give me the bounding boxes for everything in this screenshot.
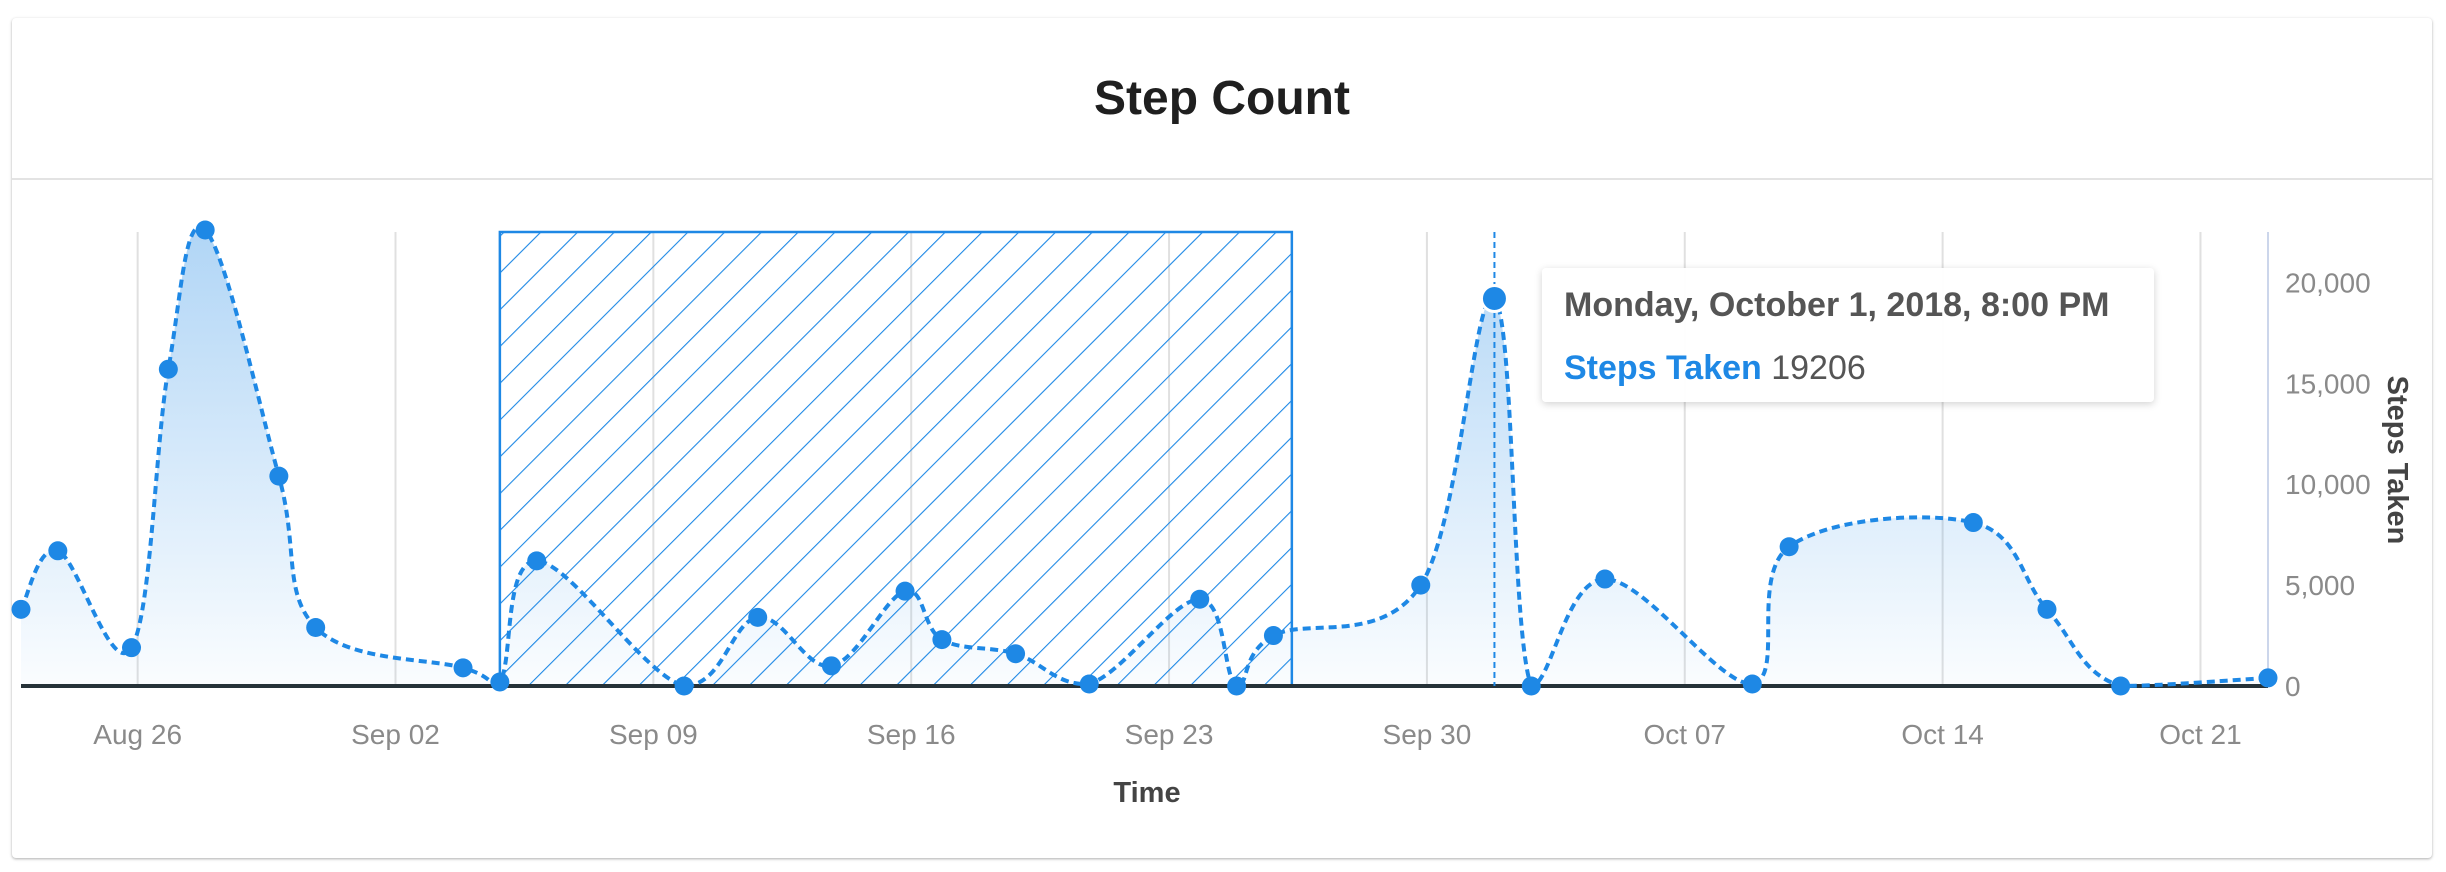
tooltip-row: Steps Taken 19206 [1564,349,2132,388]
data-point[interactable] [1521,676,1541,696]
data-point[interactable] [2258,668,2278,688]
data-point[interactable] [1190,589,1210,609]
data-point[interactable] [1006,644,1026,664]
y-tick-label: 5,000 [2285,570,2355,601]
x-tick-label: Sep 16 [867,719,956,750]
data-point[interactable] [306,617,326,637]
x-tick-label: Oct 14 [1901,719,1983,750]
y-tick-label: 10,000 [2285,469,2371,500]
x-tick-label: Sep 30 [1383,719,1472,750]
data-point[interactable] [122,638,142,658]
x-tick-label: Sep 02 [351,719,440,750]
data-point[interactable] [269,466,289,486]
data-point[interactable] [932,630,952,650]
data-point[interactable] [158,359,178,379]
data-point[interactable] [1742,674,1762,694]
x-tick-label: Sep 23 [1125,719,1214,750]
data-point[interactable] [2111,676,2131,696]
y-tick-label: 20,000 [2285,267,2371,298]
y-tick-label: 15,000 [2285,368,2371,399]
x-tick-label: Sep 09 [609,719,698,750]
data-point[interactable] [1411,575,1431,595]
data-point[interactable] [895,581,915,601]
x-tick-label: Aug 26 [93,719,182,750]
data-point[interactable] [1263,626,1283,646]
x-tick-label: Oct 07 [1644,719,1726,750]
data-point[interactable] [11,599,31,619]
tooltip-series-name: Steps Taken [1564,349,1762,387]
data-point[interactable] [674,676,694,696]
data-point[interactable] [748,607,768,627]
data-point[interactable] [490,672,510,692]
y-tick-label: 0 [2285,671,2301,702]
data-point[interactable] [1779,537,1799,557]
data-point[interactable] [527,551,547,571]
tooltip-date: Monday, October 1, 2018, 8:00 PM [1564,286,2110,324]
data-point[interactable] [453,658,473,678]
data-point[interactable] [1227,676,1247,696]
data-point[interactable] [1079,674,1099,694]
data-point[interactable] [2037,599,2057,619]
tooltip-value: 19206 [1771,349,1866,387]
data-point[interactable] [48,541,68,561]
step-count-chart[interactable]: Aug 26 Sep 02 Sep 09 Sep 16 Sep 23 Sep 30 Oct … [0,0,2446,872]
data-point[interactable] [1963,513,1983,533]
data-point[interactable] [1595,569,1615,589]
hover-tooltip: Monday, October 1, 2018, 8:00 PM Steps T… [1542,268,2154,402]
y-axis-title: Steps Taken [2381,376,2413,545]
data-point[interactable] [195,220,215,240]
data-point[interactable] [821,656,841,676]
hover-data-point[interactable] [1479,283,1509,313]
x-axis-title: Time [1113,777,1180,809]
x-tick-label: Oct 21 [2159,719,2241,750]
